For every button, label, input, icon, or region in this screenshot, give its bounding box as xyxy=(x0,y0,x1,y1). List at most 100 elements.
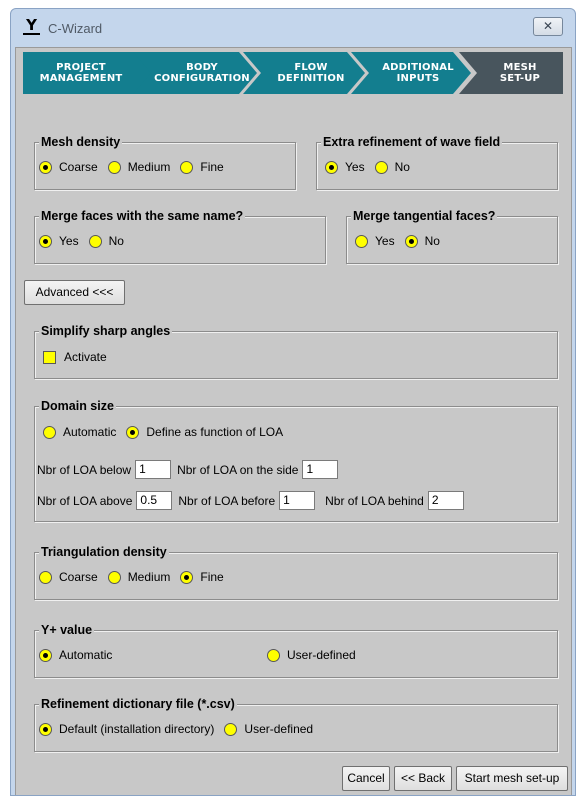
loa-below-input[interactable]: 1 xyxy=(135,460,172,479)
radio-icon xyxy=(39,648,52,662)
simplify-activate-checkbox[interactable]: Activate xyxy=(43,350,107,364)
group-title: Domain size xyxy=(39,398,116,414)
wizard-window: Y C-Wizard ✕ Project Management Body Confi… xyxy=(10,8,576,796)
radio-icon xyxy=(267,648,280,662)
radio-icon xyxy=(39,234,52,248)
cancel-button[interactable]: Cancel xyxy=(342,766,390,791)
refinement-user-defined-radio[interactable]: User-defined xyxy=(224,722,313,736)
merge-faces-group: Merge faces with the same name? Yes No xyxy=(34,208,326,264)
triangulation-fine-radio[interactable]: Fine xyxy=(180,570,224,584)
extra-refinement-group: Extra refinement of wave field Yes No xyxy=(316,134,558,190)
step-label-line2: Definition xyxy=(277,73,345,84)
merge-faces-no-radio[interactable]: No xyxy=(88,234,124,248)
radio-icon xyxy=(39,160,52,174)
merge-faces-yes-radio[interactable]: Yes xyxy=(39,234,79,248)
loa-above-input[interactable]: 0.5 xyxy=(136,491,173,510)
group-title: Refinement dictionary file (*.csv) xyxy=(39,696,237,712)
step-label-line2: Configuration xyxy=(154,73,250,84)
radio-icon xyxy=(39,570,52,584)
step-project-management[interactable]: Project Management xyxy=(23,52,153,94)
radio-label: User-defined xyxy=(287,648,356,662)
close-button[interactable]: ✕ xyxy=(533,17,563,36)
group-title: Simplify sharp angles xyxy=(39,323,173,339)
back-button[interactable]: << Back xyxy=(394,766,452,791)
wizard-steps: Project Management Body Configuration Flow… xyxy=(23,52,563,94)
radio-icon xyxy=(39,722,52,736)
loa-before-input[interactable]: 1 xyxy=(279,491,316,510)
radio-icon xyxy=(88,234,102,248)
mesh-density-fine-radio[interactable]: Fine xyxy=(180,160,224,174)
mesh-density-coarse-radio[interactable]: Coarse xyxy=(39,160,98,174)
radio-label: Fine xyxy=(200,160,224,174)
simplify-angles-group: Simplify sharp angles Activate xyxy=(34,323,558,379)
title-bar: Y C-Wizard ✕ xyxy=(11,9,575,47)
step-additional-inputs[interactable]: Additional Inputs xyxy=(351,52,471,94)
group-title: Triangulation density xyxy=(39,544,169,560)
radio-icon xyxy=(224,722,238,736)
radio-label: No xyxy=(424,234,440,248)
step-label-line1: Additional xyxy=(382,62,454,73)
refinement-default-radio[interactable]: Default (installation directory) xyxy=(39,722,214,736)
radio-icon xyxy=(180,570,194,584)
loa-below-label: Nbr of LOA below xyxy=(37,462,132,477)
step-label-line2: Management xyxy=(39,73,123,84)
yplus-group: Y+ value Automatic User-defined xyxy=(34,622,558,678)
loa-side-input[interactable]: 1 xyxy=(302,460,339,479)
loa-behind-label: Nbr of LOA behind xyxy=(325,493,424,508)
merge-tangential-group: Merge tangential faces? Yes No xyxy=(346,208,558,264)
radio-label: No xyxy=(108,234,124,248)
group-title: Mesh density xyxy=(39,134,123,150)
wizard-body: Project Management Body Configuration Flow… xyxy=(15,47,572,795)
triangulation-coarse-radio[interactable]: Coarse xyxy=(39,570,98,584)
merge-tangential-no-radio[interactable]: No xyxy=(404,234,440,248)
step-body-configuration[interactable]: Body Configuration xyxy=(133,52,257,94)
radio-label: Coarse xyxy=(59,570,98,584)
start-mesh-setup-button[interactable]: Start mesh set-up xyxy=(456,766,568,791)
radio-label: User-defined xyxy=(244,722,314,736)
radio-icon xyxy=(126,425,140,439)
checkbox-label: Activate xyxy=(64,350,107,364)
mesh-density-medium-radio[interactable]: Medium xyxy=(107,160,170,174)
radio-label: Coarse xyxy=(59,160,98,174)
radio-icon xyxy=(107,160,121,174)
group-title: Y+ value xyxy=(39,622,95,638)
triangulation-density-group: Triangulation density Coarse Medium Fine xyxy=(34,544,558,600)
radio-icon xyxy=(325,160,338,174)
step-label-line2: Inputs xyxy=(396,73,440,84)
step-label-line1: Mesh xyxy=(503,62,537,73)
radio-label: Medium xyxy=(127,570,171,584)
radio-label: No xyxy=(394,160,410,174)
step-mesh-setup[interactable]: Mesh Set-up xyxy=(459,52,563,94)
radio-label: Automatic xyxy=(63,425,117,439)
extra-refinement-yes-radio[interactable]: Yes xyxy=(325,160,365,174)
extra-refinement-no-radio[interactable]: No xyxy=(374,160,410,174)
triangulation-medium-radio[interactable]: Medium xyxy=(107,570,171,584)
step-flow-definition[interactable]: Flow Definition xyxy=(243,52,365,94)
advanced-button[interactable]: Advanced <<< xyxy=(24,280,125,305)
radio-label: Default (installation directory) xyxy=(59,722,215,736)
radio-icon xyxy=(107,570,121,584)
radio-icon xyxy=(355,234,368,248)
radio-label: Automatic xyxy=(59,648,113,662)
loa-before-label: Nbr of LOA before xyxy=(178,493,276,508)
merge-tangential-yes-radio[interactable]: Yes xyxy=(355,234,395,248)
radio-label: Fine xyxy=(200,570,224,584)
group-title: Merge tangential faces? xyxy=(351,208,498,224)
radio-label: Yes xyxy=(375,234,395,248)
yplus-automatic-radio[interactable]: Automatic xyxy=(39,648,257,662)
radio-icon xyxy=(43,425,56,439)
step-label-line1: Flow xyxy=(294,62,328,73)
checkbox-icon xyxy=(43,350,56,364)
radio-label: Yes xyxy=(345,160,365,174)
loa-above-label: Nbr of LOA above xyxy=(37,493,133,508)
radio-label: Define as function of LOA xyxy=(146,425,284,439)
loa-behind-input[interactable]: 2 xyxy=(427,491,464,510)
domain-size-group: Domain size Automatic Define as function… xyxy=(34,398,558,522)
loa-side-label: Nbr of LOA on the side xyxy=(177,462,299,477)
refinement-file-group: Refinement dictionary file (*.csv) Defau… xyxy=(34,696,558,752)
domain-loa-function-radio[interactable]: Define as function of LOA xyxy=(126,425,283,439)
group-title: Extra refinement of wave field xyxy=(321,134,503,150)
radio-label: Yes xyxy=(59,234,79,248)
domain-automatic-radio[interactable]: Automatic xyxy=(43,425,116,439)
yplus-user-defined-radio[interactable]: User-defined xyxy=(267,648,356,662)
